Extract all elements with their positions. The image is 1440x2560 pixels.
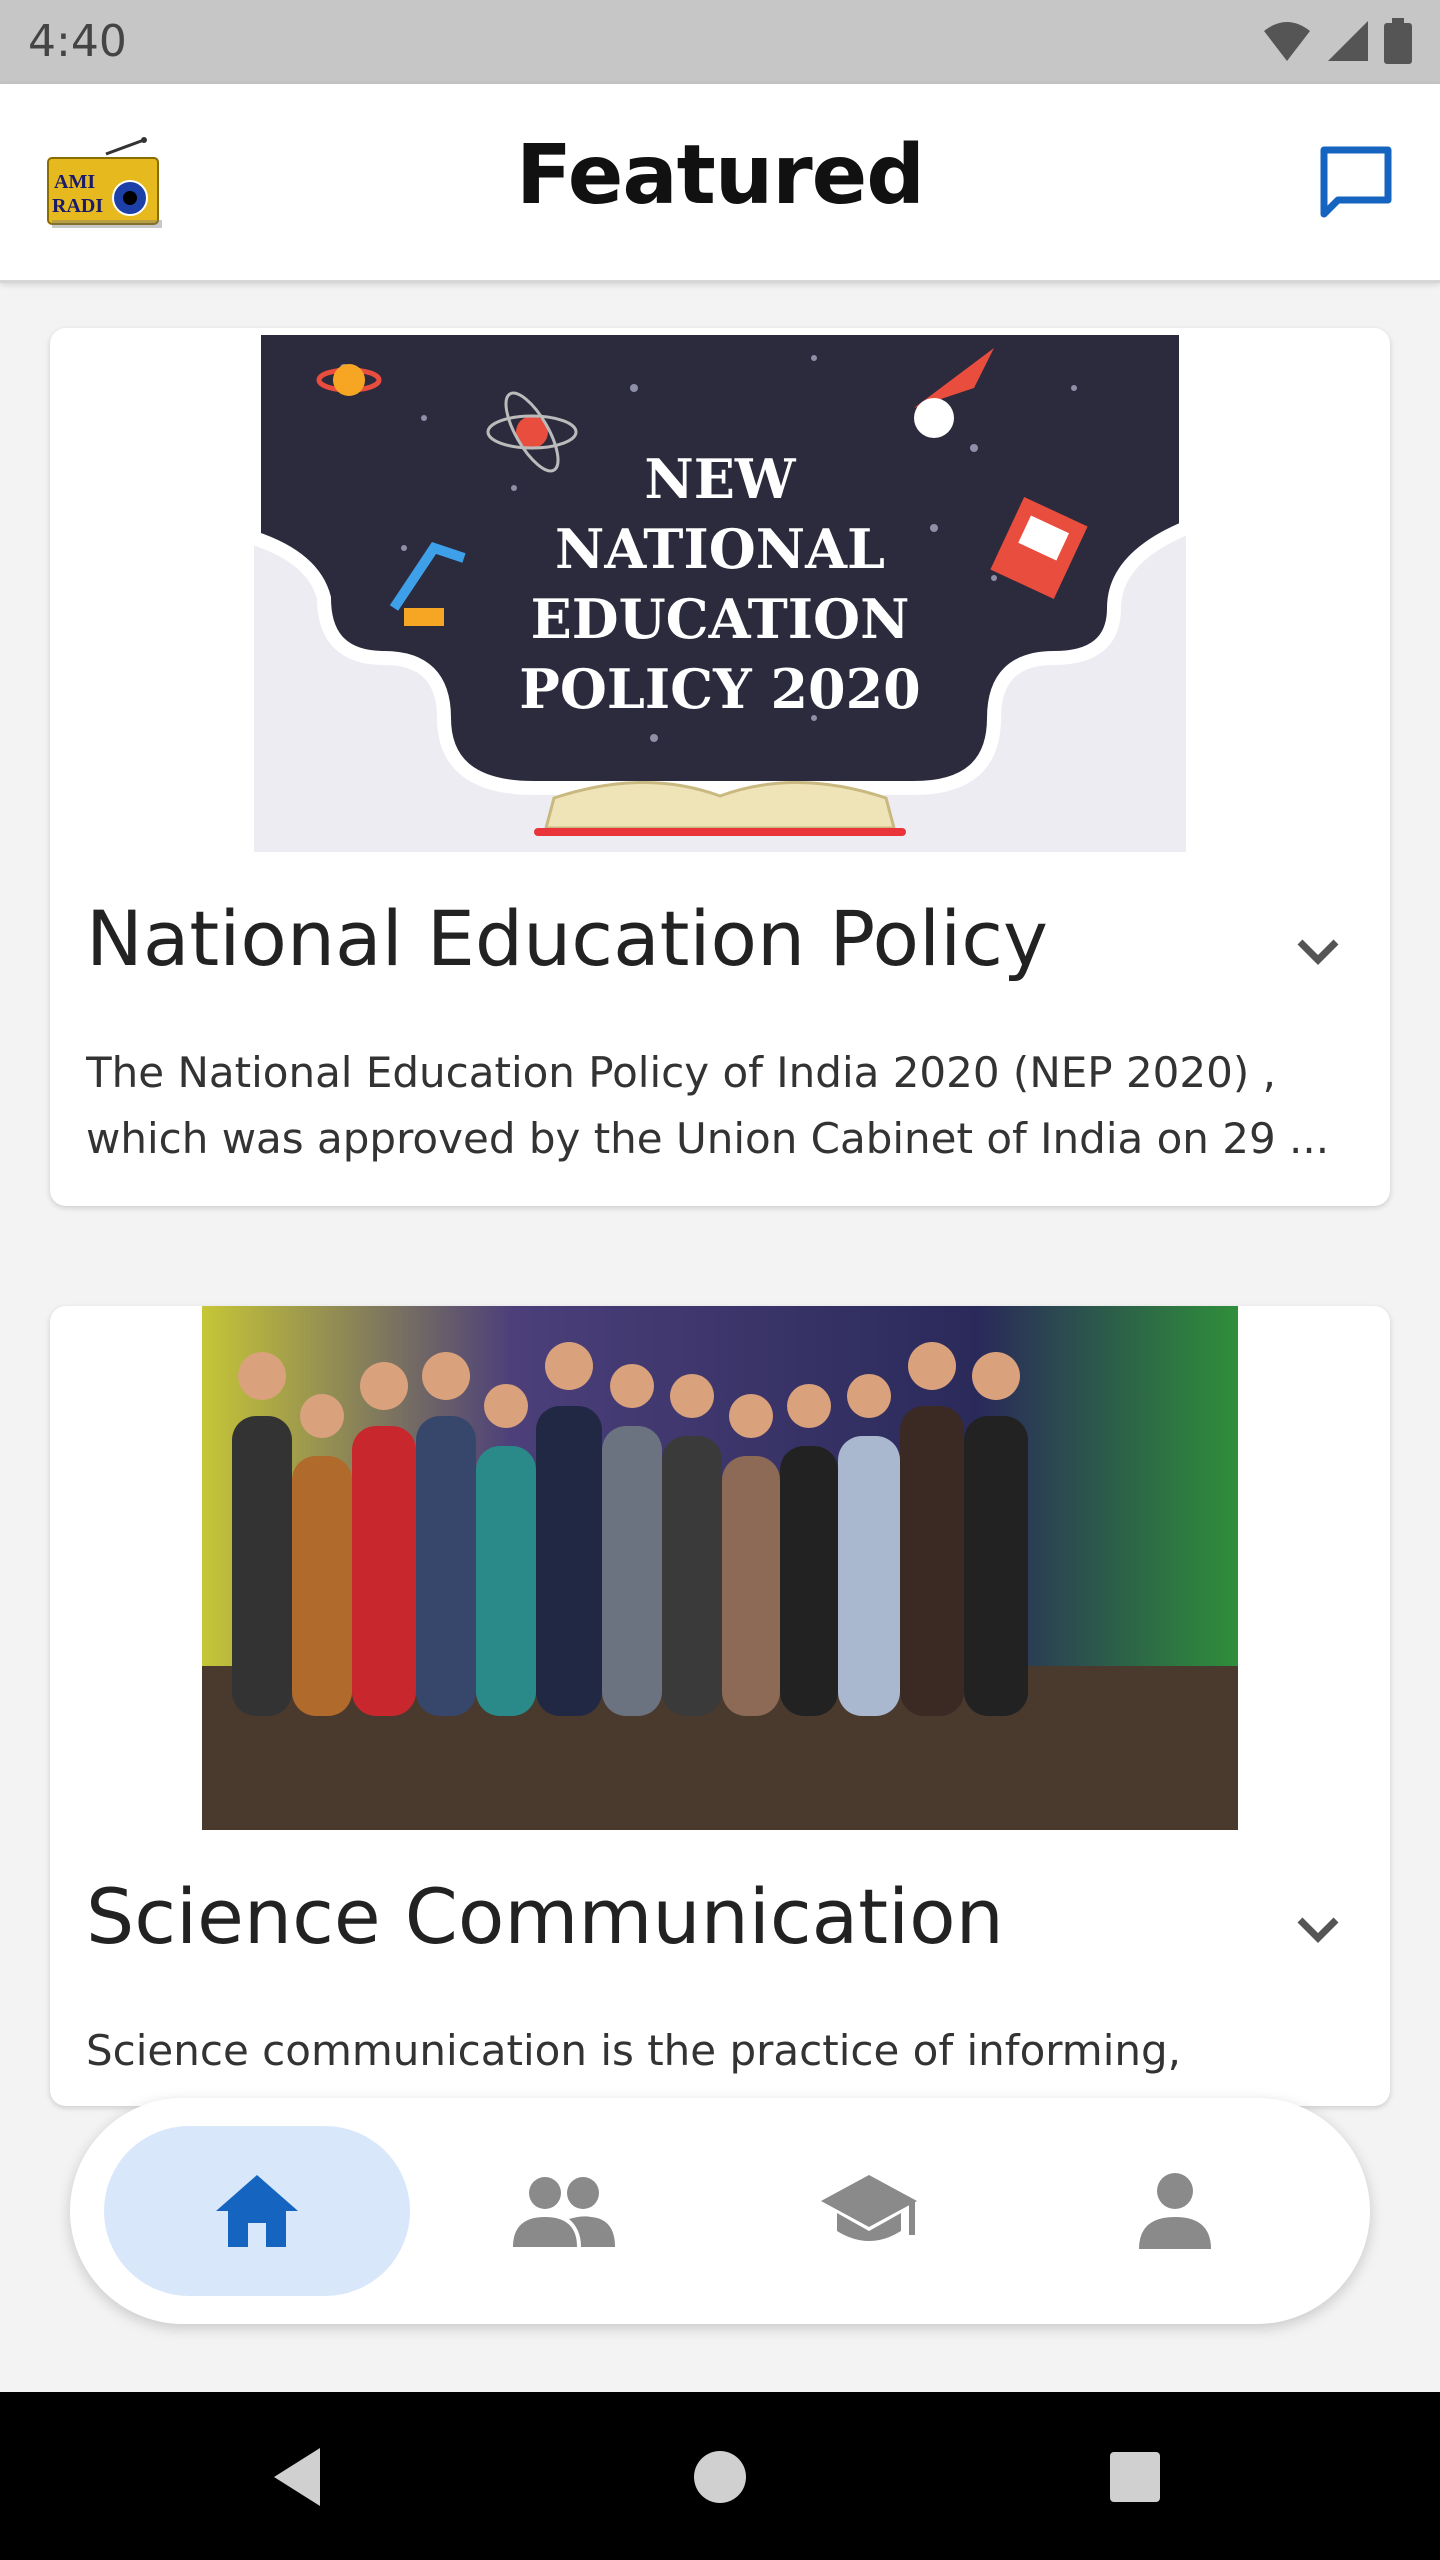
svg-text:POLICY 2020: POLICY 2020 [519,657,921,721]
people-icon [513,2177,615,2247]
group-photo-image [202,1306,1238,1830]
nav-home[interactable] [104,2126,410,2296]
featured-card-nep[interactable]: NEW NATIONAL EDUCATION POLICY 2020 Natio… [50,328,1390,1206]
nep-poster-image: NEW NATIONAL EDUCATION POLICY 2020 [254,328,1186,852]
recents-icon[interactable] [1100,2442,1170,2512]
svg-text:EDUCATION: EDUCATION [531,587,910,651]
status-icons [1262,18,1412,64]
home-circle-icon[interactable] [685,2442,755,2512]
card-title: National Education Policy [86,894,1048,983]
chat-icon[interactable] [1316,142,1396,222]
home-icon [216,2175,298,2247]
nav-community[interactable] [410,2126,716,2296]
status-time: 4:40 [28,16,127,67]
nav-learning[interactable] [716,2126,1022,2296]
bottom-navigation [70,2098,1370,2324]
featured-card-science[interactable]: Science Communication Science communicat… [50,1306,1390,2106]
nav-profile[interactable] [1022,2126,1328,2296]
app-bar: AMI RADI Featured [0,84,1440,283]
chevron-down-icon[interactable] [1290,1902,1346,1958]
system-navigation-bar [0,2392,1440,2560]
wifi-icon [1264,22,1310,61]
back-icon[interactable] [266,2442,336,2512]
signal-icon [1328,21,1368,61]
chevron-down-icon[interactable] [1290,924,1346,980]
page-title: Featured [516,128,925,223]
card-description: Science communication is the practice of… [86,2026,1182,2075]
school-icon [821,2175,917,2241]
card-title: Science Communication [86,1872,1004,1961]
card-description: The National Education Policy of India 2… [86,1048,1330,1163]
person-icon [1139,2173,1211,2249]
status-bar: 4:40 [0,0,1440,84]
battery-icon [1384,18,1412,64]
svg-text:NEW: NEW [644,447,797,511]
svg-text:NATIONAL: NATIONAL [555,517,885,581]
